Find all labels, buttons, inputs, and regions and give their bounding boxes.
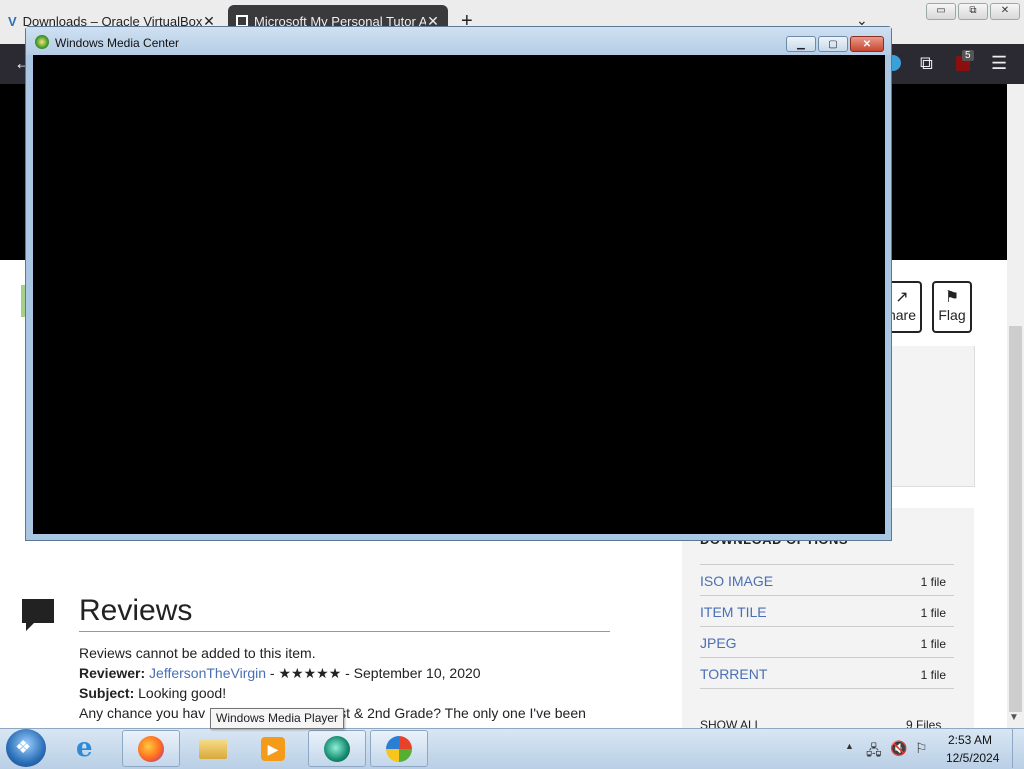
file-count: 1 file <box>920 637 946 651</box>
review-stars-date: - ★★★★★ - September 10, 2020 <box>266 665 481 681</box>
download-row: TORRENT 1 file <box>700 657 954 689</box>
reviews-divider <box>79 631 610 632</box>
extensions-puzzle-icon[interactable]: ⧉ <box>920 53 933 74</box>
download-link-torrent[interactable]: TORRENT <box>700 666 767 682</box>
clock-time[interactable]: 2:53 AM <box>948 733 992 747</box>
scroll-down-arrow-icon[interactable]: ▼ <box>1009 712 1019 723</box>
file-count: 1 file <box>920 575 946 589</box>
virtualbox-icon: V <box>8 13 17 29</box>
file-count: 1 file <box>920 668 946 682</box>
ublock-badge: 5 <box>962 50 974 61</box>
review-body-start: Any chance you hav <box>79 705 206 721</box>
firefox-icon <box>138 736 164 762</box>
reviewer-link[interactable]: JeffersonTheVirgin <box>149 665 266 681</box>
subject-text: Looking good! <box>134 685 227 701</box>
volume-muted-icon[interactable]: 🔇 <box>890 740 907 757</box>
app-menu-icon[interactable]: ☰ <box>991 53 1007 74</box>
reviewer-label: Reviewer: <box>79 665 146 681</box>
wmc-content-area[interactable] <box>33 55 885 534</box>
wmc-maximize-button[interactable]: ▢ <box>818 36 848 52</box>
flag-button[interactable]: ⚑ Flag <box>932 281 972 333</box>
wmc-window-title: Windows Media Center <box>55 36 180 50</box>
action-center-flag-icon[interactable]: ⚐ <box>915 740 928 757</box>
share-label: hare <box>887 307 917 323</box>
windows-flag-icon <box>386 736 412 762</box>
download-link-jpeg[interactable]: JPEG <box>700 635 737 651</box>
flag-label: Flag <box>938 307 966 323</box>
reviews-notice: Reviews cannot be added to this item. <box>79 645 316 661</box>
review-subject: Subject: Looking good! <box>79 685 226 701</box>
wmc-close-button[interactable]: ✕ <box>850 36 884 52</box>
review-body-end: st & 2nd Grade? The only one I've been <box>339 705 586 721</box>
clock-date[interactable]: 12/5/2024 <box>946 751 999 765</box>
download-link-iso[interactable]: ISO IMAGE <box>700 573 773 589</box>
download-row: ITEM TILE 1 file <box>700 595 954 626</box>
speech-bubble-icon <box>22 599 54 631</box>
internet-explorer-icon: e <box>76 733 93 763</box>
taskbar-tooltip: Windows Media Player <box>210 708 345 729</box>
browser-close-button[interactable]: ✕ <box>990 3 1020 20</box>
subject-label: Subject: <box>79 685 135 701</box>
windows-logo-icon: ❖ <box>15 737 32 757</box>
download-row: ISO IMAGE 1 file <box>700 564 954 595</box>
browser-restore-button[interactable]: ⧉ <box>958 3 988 20</box>
windows-media-center-icon <box>35 35 49 49</box>
download-link-item-tile[interactable]: ITEM TILE <box>700 604 767 620</box>
download-row: JPEG 1 file <box>700 626 954 657</box>
browser-minimize-button[interactable]: ▭ <box>926 3 956 20</box>
network-icon[interactable]: 🖧 <box>866 740 882 764</box>
show-hidden-icons-icon[interactable]: ▲ <box>845 741 854 751</box>
flag-icon: ⚑ <box>944 289 960 306</box>
scrollbar-thumb[interactable] <box>1009 326 1022 712</box>
media-center-icon <box>324 736 350 762</box>
reviews-heading: Reviews <box>79 594 193 627</box>
wmc-minimize-button[interactable]: ▁ <box>786 36 816 52</box>
media-player-icon: ▶ <box>261 737 285 761</box>
file-count: 1 file <box>920 606 946 620</box>
show-desktop-button[interactable] <box>1012 729 1024 768</box>
folder-icon <box>199 739 227 759</box>
review-meta: Reviewer: JeffersonTheVirgin - ★★★★★ - S… <box>79 665 481 682</box>
